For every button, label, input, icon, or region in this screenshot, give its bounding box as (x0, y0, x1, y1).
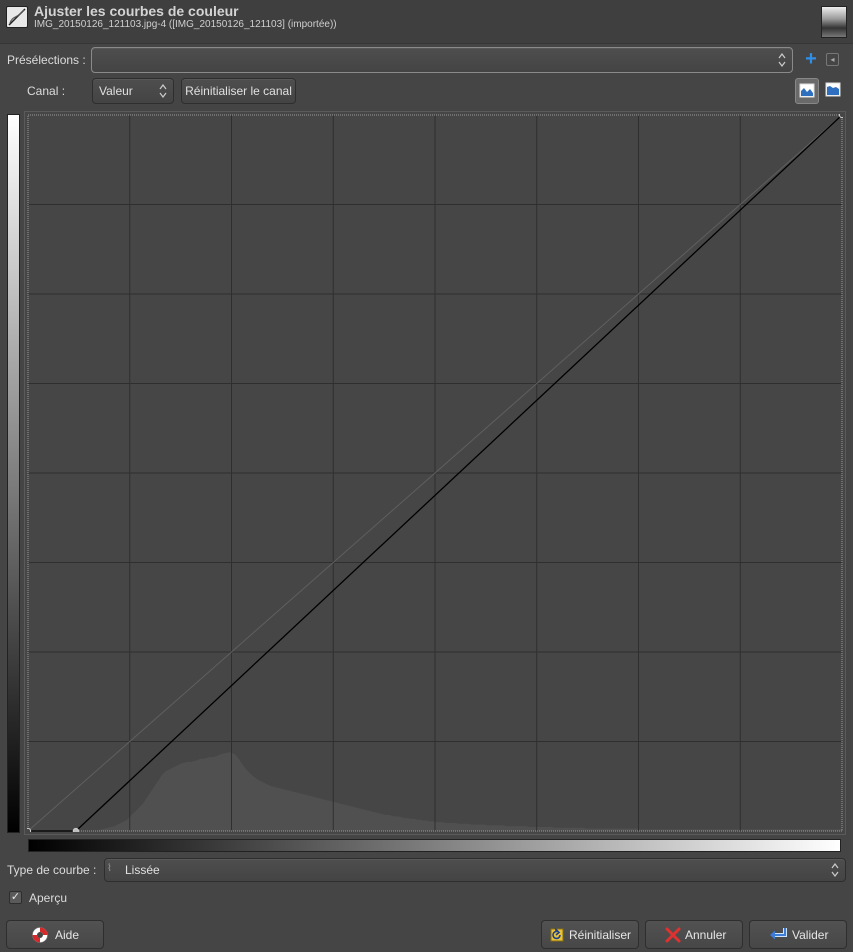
help-button-label: Aide (55, 928, 80, 942)
curve-control-point[interactable] (27, 827, 32, 832)
channel-label: Canal : (27, 84, 66, 98)
presets-label: Présélections : (7, 53, 86, 67)
curve-type-label: Type de courbe : (7, 863, 97, 877)
curve-type-combo[interactable]: ⌇ Lissée (104, 858, 846, 882)
cancel-button-label: Annuler (685, 928, 727, 942)
cancel-button[interactable]: Annuler (645, 920, 743, 949)
image-thumbnail (821, 6, 847, 38)
help-button[interactable]: Aide (6, 920, 104, 949)
reset-button-label: Réinitialiser (569, 928, 632, 942)
channel-combo[interactable]: Valeur (92, 78, 174, 104)
curves-tool-icon (6, 6, 28, 28)
curve-control-point[interactable] (838, 114, 843, 119)
dialog-title: Ajuster les courbes de couleur (34, 3, 239, 19)
linear-histogram-button[interactable] (795, 78, 819, 104)
curve-type-value: Lissée (125, 863, 160, 877)
ok-button-label: Valider (792, 928, 829, 942)
reset-button[interactable]: Réinitialiser (541, 920, 639, 949)
close-icon (665, 927, 681, 943)
input-gradient-bar (28, 839, 841, 852)
lifebuoy-icon (32, 927, 48, 943)
preview-checkbox[interactable]: ✓ (9, 891, 22, 904)
curve-canvas[interactable] (27, 114, 843, 832)
updown-icon (831, 863, 839, 877)
reset-channel-button[interactable]: Réinitialiser le canal (181, 78, 296, 104)
preview-label: Aperçu (29, 891, 68, 905)
preset-menu-button[interactable]: ◂ (826, 53, 839, 66)
presets-combo[interactable] (91, 47, 793, 73)
updown-icon (778, 53, 786, 67)
reset-icon (550, 927, 564, 942)
channel-value: Valeur (99, 84, 133, 98)
curve-control-point[interactable] (72, 827, 79, 832)
smooth-curve-icon: ⌇ (107, 863, 112, 874)
log-histogram-button[interactable] (822, 78, 846, 104)
linear-histogram-icon (799, 83, 815, 98)
log-histogram-icon (825, 82, 841, 97)
ok-button[interactable]: Valider (749, 920, 847, 949)
dialog-subtitle: IMG_20150126_121103.jpg-4 ([IMG_20150126… (34, 19, 337, 30)
output-gradient-bar (7, 114, 20, 833)
updown-icon (159, 84, 167, 98)
add-preset-button[interactable]: + (802, 49, 820, 70)
enter-arrow-icon (770, 928, 787, 940)
